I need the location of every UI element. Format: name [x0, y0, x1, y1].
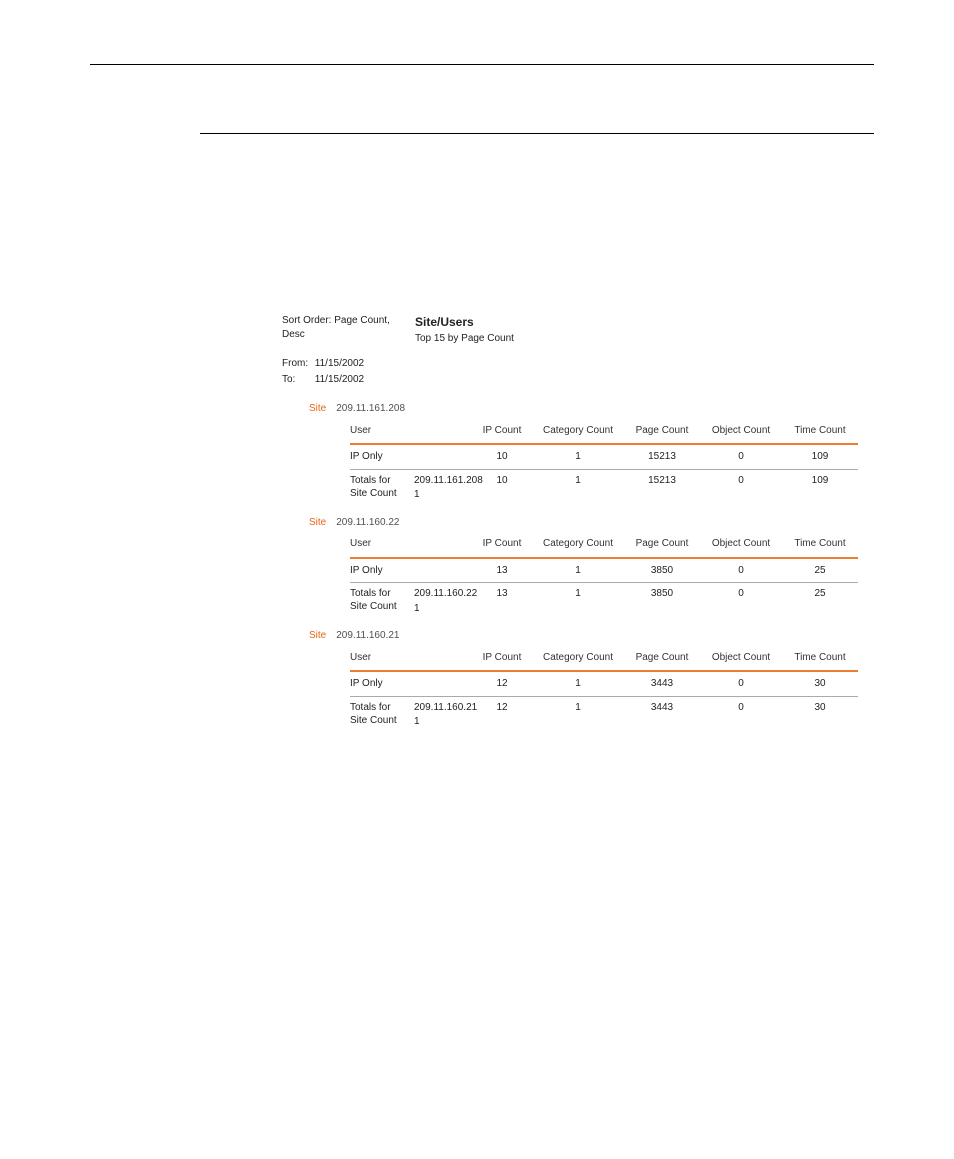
totals-time: 30 — [782, 701, 858, 729]
cell-time: 109 — [782, 450, 858, 464]
totals-cat: 1 — [532, 701, 624, 729]
cell-ip: 10 — [472, 450, 532, 464]
totals-cat: 1 — [532, 474, 624, 502]
report-body: Sort Order: Page Count, Desc From: 11/15… — [282, 314, 862, 729]
col-category-header: Category Count — [532, 651, 624, 665]
cell-page: 3850 — [624, 564, 700, 578]
cell-ip: 12 — [472, 677, 532, 691]
totals-time: 109 — [782, 474, 858, 502]
cell-time: 25 — [782, 564, 858, 578]
col-time-header: Time Count — [782, 424, 858, 438]
site-count-label: Site Count — [350, 714, 414, 727]
totals-row: Totals for Site Count 209.11.160.21 1 12… — [350, 701, 862, 729]
orange-rule — [350, 443, 858, 445]
to-value: 11/15/2002 — [315, 374, 364, 385]
table-row: IP Only 10 1 15213 0 109 — [350, 449, 858, 465]
site-count-label: Site Count — [350, 487, 414, 500]
orange-rule — [350, 670, 858, 672]
totals-site-value: 209.11.161.208 — [414, 474, 472, 488]
totals-ip: 13 — [472, 587, 532, 615]
totals-for-label: Totals for — [350, 701, 414, 714]
totals-for-label: Totals for — [350, 474, 414, 487]
from-label: From: — [282, 357, 312, 371]
site-block: Site 209.11.161.208 User IP Count Catego… — [282, 402, 862, 502]
totals-site-count: 1 — [414, 602, 472, 616]
totals-site-count: 1 — [414, 488, 472, 502]
report-title: Site/Users — [415, 314, 514, 330]
cell-user: IP Only — [350, 677, 472, 691]
totals-ip: 10 — [472, 474, 532, 502]
site-value: 209.11.160.21 — [336, 629, 399, 643]
table-header: User IP Count Category Count Page Count … — [350, 537, 858, 555]
table-header: User IP Count Category Count Page Count … — [350, 651, 858, 669]
from-value: 11/15/2002 — [315, 358, 364, 369]
report-subtitle: Top 15 by Page Count — [415, 332, 514, 346]
orange-rule — [350, 557, 858, 559]
col-object-header: Object Count — [700, 424, 782, 438]
col-ip-header: IP Count — [472, 537, 532, 551]
table-header: User IP Count Category Count Page Count … — [350, 424, 858, 442]
site-label: Site — [309, 402, 326, 416]
to-label: To: — [282, 373, 312, 387]
col-time-header: Time Count — [782, 651, 858, 665]
col-user-header: User — [350, 424, 472, 438]
thin-rule — [350, 696, 858, 697]
cell-ip: 13 — [472, 564, 532, 578]
col-category-header: Category Count — [532, 537, 624, 551]
totals-for-label: Totals for — [350, 587, 414, 600]
sort-order-label: Sort Order: — [282, 315, 331, 326]
cell-user: IP Only — [350, 450, 472, 464]
col-object-header: Object Count — [700, 537, 782, 551]
cell-page: 15213 — [624, 450, 700, 464]
totals-obj: 0 — [700, 474, 782, 502]
col-user-header: User — [350, 651, 472, 665]
totals-obj: 0 — [700, 587, 782, 615]
site-value: 209.11.160.22 — [336, 516, 399, 530]
cell-time: 30 — [782, 677, 858, 691]
totals-site-value: 209.11.160.22 — [414, 587, 472, 601]
col-page-header: Page Count — [624, 651, 700, 665]
cell-cat: 1 — [532, 450, 624, 464]
col-user-header: User — [350, 537, 472, 551]
site-block: Site 209.11.160.21 User IP Count Categor… — [282, 629, 862, 729]
cell-page: 3443 — [624, 677, 700, 691]
totals-page: 15213 — [624, 474, 700, 502]
site-value: 209.11.161.208 — [336, 402, 405, 416]
thin-rule — [350, 582, 858, 583]
col-ip-header: IP Count — [472, 424, 532, 438]
col-ip-header: IP Count — [472, 651, 532, 665]
site-block: Site 209.11.160.22 User IP Count Categor… — [282, 516, 862, 616]
col-page-header: Page Count — [624, 424, 700, 438]
table-row: IP Only 13 1 3850 0 25 — [350, 563, 858, 579]
totals-time: 25 — [782, 587, 858, 615]
totals-page: 3443 — [624, 701, 700, 729]
totals-row: Totals for Site Count 209.11.161.208 1 1… — [350, 474, 862, 502]
totals-page: 3850 — [624, 587, 700, 615]
cell-obj: 0 — [700, 564, 782, 578]
totals-site-count: 1 — [414, 715, 472, 729]
top-horizontal-rule — [90, 64, 874, 65]
cell-user: IP Only — [350, 564, 472, 578]
section-horizontal-rule — [200, 133, 874, 134]
totals-site-value: 209.11.160.21 — [414, 701, 472, 715]
totals-ip: 12 — [472, 701, 532, 729]
site-label: Site — [309, 516, 326, 530]
cell-cat: 1 — [532, 564, 624, 578]
site-label: Site — [309, 629, 326, 643]
cell-obj: 0 — [700, 450, 782, 464]
table-row: IP Only 12 1 3443 0 30 — [350, 676, 858, 692]
col-time-header: Time Count — [782, 537, 858, 551]
cell-cat: 1 — [532, 677, 624, 691]
col-page-header: Page Count — [624, 537, 700, 551]
totals-obj: 0 — [700, 701, 782, 729]
col-category-header: Category Count — [532, 424, 624, 438]
site-count-label: Site Count — [350, 600, 414, 613]
totals-cat: 1 — [532, 587, 624, 615]
totals-row: Totals for Site Count 209.11.160.22 1 13… — [350, 587, 862, 615]
col-object-header: Object Count — [700, 651, 782, 665]
thin-rule — [350, 469, 858, 470]
cell-obj: 0 — [700, 677, 782, 691]
